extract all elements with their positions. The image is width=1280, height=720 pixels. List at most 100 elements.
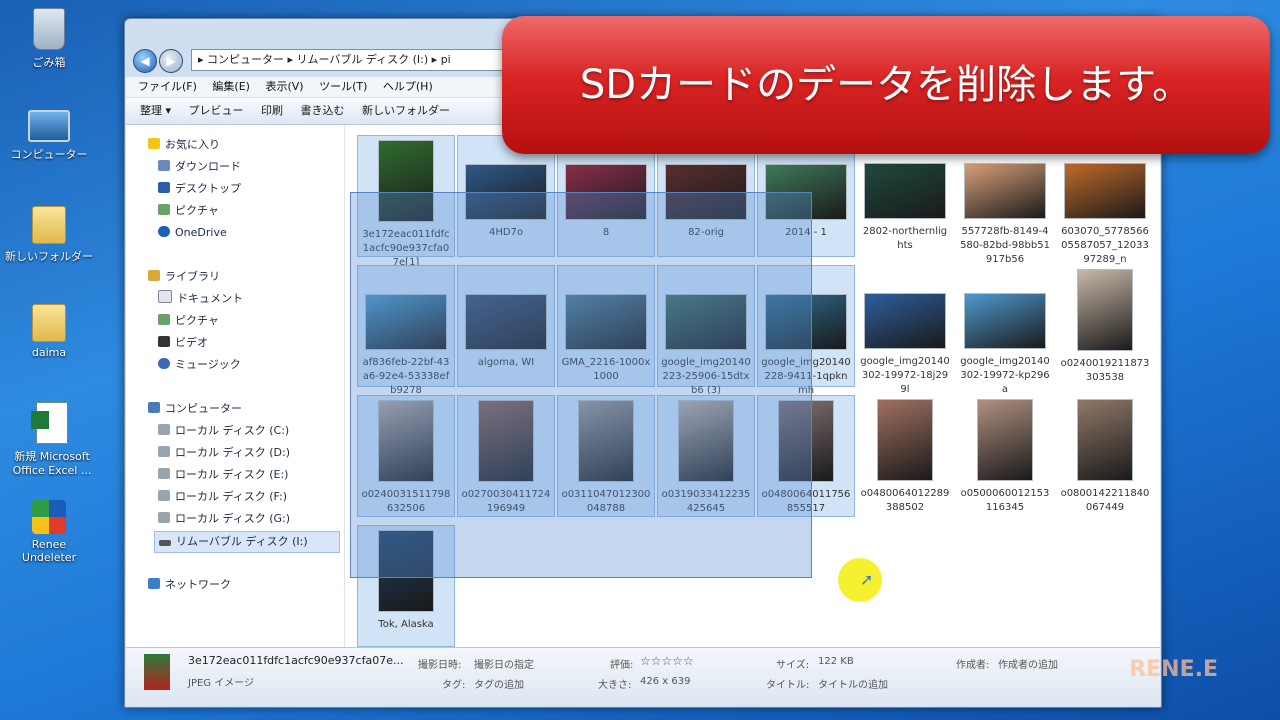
file-name: google_img20140302-19972-18j299l <box>860 356 950 395</box>
nav-favorites[interactable]: お気に入り <box>148 135 220 155</box>
desktop-icon-recycle-bin[interactable]: ごみ箱 <box>4 8 94 70</box>
file-name: 557728fb-8149-4580-82bd-98bb51917b56 <box>960 226 1050 265</box>
nav-label: お気に入り <box>165 138 220 151</box>
nav-drive-i[interactable]: リムーバブル ディスク (I:) <box>154 531 340 553</box>
dimensions-label: 大きさ: <box>598 680 632 691</box>
menu-help[interactable]: ヘルプ(H) <box>383 80 433 93</box>
pictures-icon <box>158 314 170 325</box>
drive-icon <box>158 468 170 479</box>
nav-label: ビデオ <box>175 336 208 349</box>
desktop-icon-excel[interactable]: 新規 Microsoft Office Excel ... <box>4 402 100 477</box>
new-folder-button[interactable]: 新しいフォルダー <box>362 104 450 117</box>
renee-app-icon <box>32 500 66 534</box>
nav-network[interactable]: ネットワーク <box>148 575 231 595</box>
file-item[interactable]: o0480064012289388502 <box>857 395 953 515</box>
file-name: o0480064012289388502 <box>860 488 950 513</box>
nav-music[interactable]: ミュージック <box>158 355 241 375</box>
nav-downloads[interactable]: ダウンロード <box>158 157 241 177</box>
desktop-icon-label: daima <box>31 346 67 359</box>
date-label: 撮影日時: <box>418 660 462 671</box>
nav-documents[interactable]: ドキュメント <box>158 289 243 309</box>
rating-stars[interactable]: ☆☆☆☆☆ <box>640 654 694 668</box>
file-thumbnail <box>877 399 933 481</box>
forward-button[interactable]: ▶ <box>159 49 183 73</box>
nav-label: ネットワーク <box>165 578 231 591</box>
computer-icon <box>148 402 160 413</box>
nav-libraries[interactable]: ライブラリ <box>148 267 220 287</box>
selected-filename: 3e172eac011fdfc1acfc90e937cfa07e... <box>188 654 404 667</box>
desktop-icon-label: 新しいフォルダー <box>5 250 93 263</box>
desktop-icon-daima[interactable]: daima <box>4 304 94 359</box>
computer-icon <box>28 110 70 142</box>
tag-value[interactable]: タグの追加 <box>474 676 524 691</box>
nav-drive-g[interactable]: ローカル ディスク (G:) <box>158 509 290 529</box>
desktop-icon-renee[interactable]: Renee Undeleter <box>4 500 94 564</box>
nav-drive-d[interactable]: ローカル ディスク (D:) <box>158 443 290 463</box>
burn-button[interactable]: 書き込む <box>301 104 345 117</box>
drive-icon <box>158 512 170 523</box>
watermark-logo: RENE.E <box>1129 657 1218 682</box>
nav-label: ローカル ディスク (F:) <box>175 490 287 503</box>
menu-file[interactable]: ファイル(F) <box>138 80 197 93</box>
file-thumbnail <box>1064 163 1146 219</box>
nav-label: ダウンロード <box>175 160 241 173</box>
file-item[interactable]: o0240019211873303538 <box>1057 265 1153 385</box>
selected-filetype: JPEG イメージ <box>188 678 255 689</box>
nav-videos[interactable]: ビデオ <box>158 333 208 353</box>
video-icon <box>158 336 170 347</box>
desktop-icon-computer[interactable]: コンピューター <box>4 110 94 162</box>
organize-button[interactable]: 整理 ▾ <box>140 104 171 117</box>
back-button[interactable]: ◀ <box>133 49 157 73</box>
file-thumbnail <box>864 293 946 349</box>
nav-drive-c[interactable]: ローカル ディスク (C:) <box>158 421 289 441</box>
print-button[interactable]: 印刷 <box>261 104 283 117</box>
drive-icon <box>158 424 170 435</box>
date-value[interactable]: 撮影日の指定 <box>474 656 534 671</box>
desktop-icon-label: ごみ箱 <box>32 56 66 69</box>
excel-file-icon <box>31 402 68 444</box>
nav-label: デスクトップ <box>175 182 241 195</box>
nav-pictures[interactable]: ピクチャ <box>158 201 219 221</box>
menu-view[interactable]: 表示(V) <box>265 80 303 93</box>
preview-button[interactable]: プレビュー <box>189 104 244 117</box>
desktop-icon-label: Renee Undeleter <box>21 538 77 564</box>
desktop-icon-new-folder[interactable]: 新しいフォルダー <box>4 206 94 264</box>
file-item[interactable]: google_img20140302-19972-kp296a <box>957 265 1053 395</box>
nav-onedrive[interactable]: OneDrive <box>158 223 227 243</box>
pictures-icon <box>158 204 170 215</box>
nav-desktop[interactable]: デスクトップ <box>158 179 241 199</box>
folder-icon <box>32 304 66 342</box>
nav-label: ピクチャ <box>175 314 219 327</box>
author-value[interactable]: 作成者の追加 <box>998 656 1058 671</box>
size-value: 122 KB <box>818 656 854 667</box>
nav-label: ミュージック <box>175 358 241 371</box>
navigation-pane: お気に入り ダウンロード デスクトップ ピクチャ OneDrive ライブラリ … <box>126 125 345 647</box>
nav-drive-e[interactable]: ローカル ディスク (E:) <box>158 465 288 485</box>
nav-drive-f[interactable]: ローカル ディスク (F:) <box>158 487 287 507</box>
rating-label: 評価: <box>610 660 634 671</box>
onedrive-icon <box>158 226 170 237</box>
nav-label: ローカル ディスク (G:) <box>175 512 291 525</box>
library-icon <box>148 270 160 281</box>
nav-lib-pictures[interactable]: ピクチャ <box>158 311 219 331</box>
menu-edit[interactable]: 編集(E) <box>212 80 250 93</box>
title-value[interactable]: タイトルの追加 <box>818 676 888 691</box>
file-item[interactable]: o0800142211840067449 <box>1057 395 1153 515</box>
music-icon <box>158 358 170 369</box>
file-name: o0240019211873303538 <box>1060 358 1150 383</box>
desktop-icon-label: 新規 Microsoft Office Excel ... <box>12 450 92 477</box>
drive-icon <box>158 446 170 457</box>
file-item[interactable]: o0500060012153116345 <box>957 395 1053 515</box>
nav-label: ローカル ディスク (D:) <box>175 446 290 459</box>
network-icon <box>148 578 160 589</box>
nav-computer[interactable]: コンピューター <box>148 399 242 419</box>
folder-icon <box>32 206 66 244</box>
file-item[interactable]: google_img20140302-19972-18j299l <box>857 265 953 395</box>
menu-tools[interactable]: ツール(T) <box>319 80 367 93</box>
file-name: o0500060012153116345 <box>960 488 1050 513</box>
caption-banner: SDカードのデータを削除します。 <box>502 16 1270 154</box>
selection-rectangle <box>350 192 812 578</box>
file-thumbnail <box>864 163 946 219</box>
file-name: Tok, Alaska <box>378 619 434 630</box>
size-label: サイズ: <box>776 660 810 671</box>
